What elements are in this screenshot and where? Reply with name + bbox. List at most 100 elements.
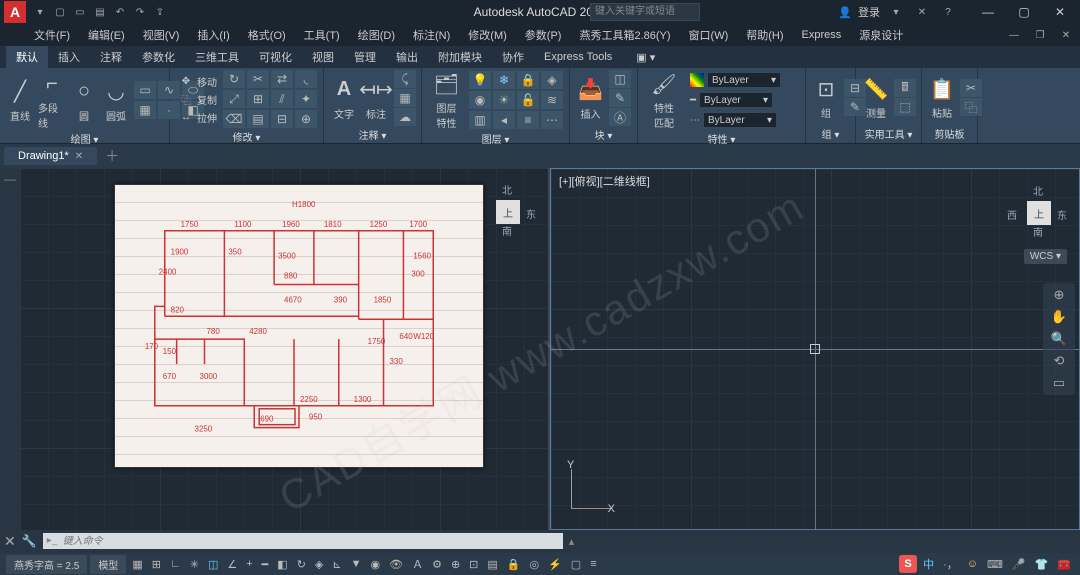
cmd-close-icon[interactable]: ✕ [4, 533, 16, 550]
doc-minimize-icon[interactable]: — [1006, 27, 1022, 43]
layer-on-icon[interactable]: ◉ [469, 91, 491, 109]
osnap-toggle-icon[interactable]: ◫ [205, 556, 221, 573]
undo-icon[interactable]: ↶ [112, 4, 128, 20]
calc-icon[interactable]: 🖩 [894, 79, 916, 97]
linetype-combo[interactable]: ByLayer▾ [703, 112, 777, 128]
anno-vis-icon[interactable]: 👁 [386, 556, 406, 573]
paste-button[interactable]: 📋粘贴 [928, 75, 956, 120]
cycling-icon[interactable]: ↻ [294, 556, 309, 573]
ribbon-tab-3dtools[interactable]: 三维工具 [185, 46, 249, 68]
attr-icon[interactable]: Ⓐ [609, 108, 631, 126]
layer-iso-icon[interactable]: ◈ [541, 71, 563, 89]
snap-toggle-icon[interactable]: ⊞ [149, 556, 164, 573]
doc-close-icon[interactable]: ✕ [1058, 27, 1074, 43]
tray-sogou-icon[interactable]: S [899, 555, 917, 573]
app-logo[interactable]: A [4, 1, 26, 23]
match-props-button[interactable]: 🖌特性 匹配 [644, 70, 684, 130]
menu-express[interactable]: Express [794, 27, 850, 43]
color-combo[interactable]: ByLayer▾ [707, 72, 781, 88]
menu-dimension[interactable]: 标注(N) [405, 25, 458, 45]
workspace-icon[interactable]: ⚙ [429, 556, 445, 573]
ribbon-tab-collab[interactable]: 协作 [492, 46, 534, 68]
pan-icon[interactable]: ✋ [1051, 309, 1067, 325]
menu-modify[interactable]: 修改(M) [460, 25, 515, 45]
text-button[interactable]: A文字 [330, 76, 358, 121]
ribbon-tab-view[interactable]: 视图 [302, 46, 344, 68]
exchange-icon[interactable]: ✕ [914, 4, 930, 20]
tray-punct-icon[interactable]: ·， [940, 554, 961, 574]
ribbon-tab-toggle[interactable]: ▣ ▾ [626, 48, 665, 67]
menu-draw[interactable]: 绘图(D) [350, 25, 403, 45]
menu-help[interactable]: 帮助(H) [738, 25, 791, 45]
ribbon-tab-default[interactable]: 默认 [6, 46, 48, 68]
layer-lock-icon[interactable]: 🔒 [517, 71, 539, 89]
cmd-config-icon[interactable]: 🔧 [22, 534, 37, 548]
layer-thaw-icon[interactable]: ☀ [493, 91, 515, 109]
viewcube-face[interactable]: 上 [496, 200, 520, 224]
tray-emoji-icon[interactable]: ☺ [964, 556, 981, 572]
anno-scale-icon[interactable]: Ａ [409, 554, 426, 574]
dyn-input-icon[interactable]: + [243, 556, 255, 572]
qat-menu-icon[interactable]: ▾ [32, 4, 48, 20]
viewport-left[interactable]: 上 北 南 东 H1800 [20, 168, 548, 530]
ortho-toggle-icon[interactable]: ∟ [167, 556, 184, 572]
layer-more-icon[interactable]: ⋯ [541, 111, 563, 129]
menu-format[interactable]: 格式(O) [240, 25, 294, 45]
user-icon[interactable]: 👤 [838, 6, 852, 19]
erase-icon[interactable]: ⌫ [223, 110, 245, 128]
ribbon-tab-express[interactable]: Express Tools [534, 48, 622, 66]
dimension-button[interactable]: ↤↦标注 [362, 76, 390, 121]
help-icon[interactable]: ? [940, 4, 956, 20]
align-icon[interactable]: ▤ [247, 110, 269, 128]
menu-yuanquan[interactable]: 源泉设计 [851, 25, 911, 45]
document-tab[interactable]: Drawing1* ✕ [4, 147, 97, 165]
layer-off-icon[interactable]: 💡 [469, 71, 491, 89]
menu-window[interactable]: 窗口(W) [681, 25, 737, 45]
add-tab-icon[interactable]: ＋ [105, 146, 119, 166]
3dosnap-icon[interactable]: ◈ [312, 556, 326, 573]
inserted-image[interactable]: H1800 1750 1100 1960 1810 1250 1700 1900… [114, 184, 484, 468]
minimize-button[interactable]: — [972, 3, 1004, 21]
menu-edit[interactable]: 编辑(E) [80, 25, 133, 45]
stretch-button[interactable]: ↔拉伸 [176, 109, 219, 126]
break-icon[interactable]: ⊟ [271, 110, 293, 128]
insert-button[interactable]: 📥插入 [576, 76, 605, 121]
copy-button[interactable]: ⿻复制 [176, 91, 219, 108]
ribbon-tab-parametric[interactable]: 参数化 [132, 46, 185, 68]
units-icon[interactable]: ⊡ [466, 556, 481, 573]
doc-restore-icon[interactable]: ❐ [1032, 27, 1048, 43]
move-button[interactable]: ✥移动 [176, 73, 219, 90]
cloud-icon[interactable]: ☁ [394, 108, 416, 126]
tray-skin-icon[interactable]: 👕 [1032, 556, 1052, 573]
menu-tools[interactable]: 工具(T) [296, 25, 348, 45]
ribbon-tab-annotate[interactable]: 注释 [90, 46, 132, 68]
polar-toggle-icon[interactable]: ✳ [187, 556, 202, 573]
viewcube-left[interactable]: 上 北 南 东 [476, 180, 536, 240]
cut-icon[interactable]: ✂ [960, 79, 982, 97]
orbit-icon[interactable]: ⟲ [1054, 353, 1065, 369]
layer-freeze-icon[interactable]: ❄ [493, 71, 515, 89]
viewcube-face[interactable]: 上 [1027, 201, 1051, 225]
array-icon[interactable]: ⊞ [247, 90, 269, 108]
offset-icon[interactable]: ⫽ [271, 90, 293, 108]
new-icon[interactable]: ▢ [52, 4, 68, 20]
viewport-right[interactable]: [+][俯视][二维线框] Y X 上 北 南 东 西 WCS ▾ ⊕ ✋ 🔍 [550, 168, 1080, 530]
line-button[interactable]: ╱直线 [6, 78, 34, 123]
menu-file[interactable]: 文件(F) [26, 25, 78, 45]
close-button[interactable]: ✕ [1044, 3, 1076, 21]
menu-yanxiu[interactable]: 燕秀工具箱2.86(Y) [571, 25, 678, 45]
help-search[interactable]: 键入关键字或短语 [590, 3, 700, 21]
join-icon[interactable]: ⊕ [295, 110, 317, 128]
viewport-label[interactable]: [+][俯视][二维线框] [559, 173, 650, 189]
ribbon-tab-insert[interactable]: 插入 [48, 46, 90, 68]
customize-icon[interactable]: ≡ [587, 556, 599, 572]
quick-props-icon[interactable]: ▤ [484, 556, 500, 573]
arc-button[interactable]: ◡圆弧 [102, 78, 130, 123]
menu-insert[interactable]: 插入(I) [189, 25, 237, 45]
tray-ime-icon[interactable]: 中 [920, 554, 937, 574]
viewcube-right[interactable]: 上 北 南 东 西 [1007, 181, 1067, 241]
color-swatch-icon[interactable] [690, 73, 704, 87]
table-icon[interactable]: ▦ [394, 89, 416, 107]
clean-screen-icon[interactable]: ▢ [568, 556, 584, 573]
steering-wheel-icon[interactable]: ⊕ [1054, 287, 1065, 303]
